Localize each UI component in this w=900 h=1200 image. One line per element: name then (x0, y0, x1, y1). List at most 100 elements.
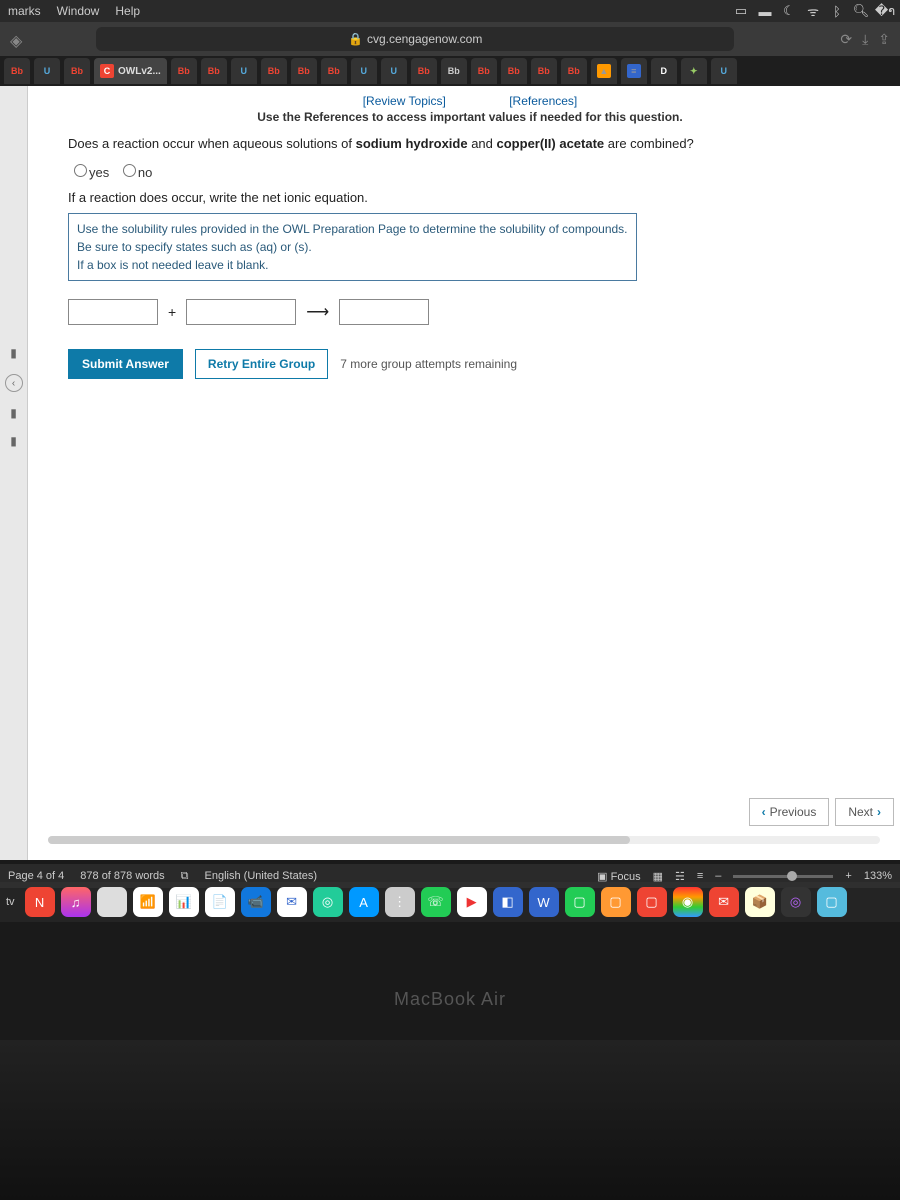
view-icon[interactable]: ▦ (653, 870, 663, 883)
browser-tab-active[interactable]: C OWLv2... (94, 58, 167, 84)
browser-tab[interactable]: Bb (171, 58, 197, 84)
view-icon[interactable]: ≡ (697, 870, 703, 882)
reactant-2-input[interactable] (186, 299, 296, 325)
spellcheck-icon[interactable]: ⧉ (181, 870, 189, 883)
product-input[interactable] (339, 299, 429, 325)
mac-dock: tv N ♫ 📶 📊 📄 📹 ✉ ◎ A ⋮ ☏ ▶ ◧ W ▢ ▢ ▢ ◉ ✉… (0, 882, 900, 922)
dock-app-icon[interactable]: ◎ (313, 887, 343, 917)
dock-appstore-icon[interactable]: A (349, 887, 379, 917)
dock-app-icon[interactable]: 📶 (133, 887, 163, 917)
review-topics-link[interactable]: [Review Topics] (363, 94, 446, 108)
browser-tab[interactable]: Bb (261, 58, 287, 84)
references-link[interactable]: [References] (509, 94, 577, 108)
search-icon[interactable]: 🔍︎ (854, 4, 868, 18)
dock-app-icon[interactable]: ▢ (565, 887, 595, 917)
browser-tab[interactable]: D (651, 58, 677, 84)
battery-icon[interactable]: ▬ (758, 4, 772, 18)
dock-app-icon[interactable]: N (25, 887, 55, 917)
question-text: Does a reaction occur when aqueous solut… (68, 134, 872, 154)
dock-podcast-icon[interactable]: ◎ (781, 887, 811, 917)
browser-tab[interactable]: Bb (291, 58, 317, 84)
dock-app-icon[interactable]: ◧ (493, 887, 523, 917)
plus-label: + (168, 304, 176, 320)
address-bar[interactable]: 🔒 cvg.cengagenow.com (96, 27, 734, 51)
tab-strip: Bb U Bb C OWLv2... Bb Bb U Bb Bb Bb U U … (0, 56, 900, 86)
macbook-label: MacBook Air (0, 989, 900, 1010)
moon-icon[interactable]: ☾ (782, 4, 796, 18)
browser-tab[interactable]: Bb (201, 58, 227, 84)
dock-chrome-icon[interactable]: ◉ (673, 887, 703, 917)
sub-question: If a reaction does occur, write the net … (68, 190, 872, 205)
browser-tab[interactable]: U (711, 58, 737, 84)
browser-tab[interactable]: Bb (441, 58, 467, 84)
dock-whatsapp-icon[interactable]: ☏ (421, 887, 451, 917)
screen-mirror-icon[interactable]: ▭ (734, 4, 748, 18)
page-indicator[interactable]: Page 4 of 4 (8, 870, 64, 882)
browser-tab[interactable]: Bb (411, 58, 437, 84)
submit-answer-button[interactable]: Submit Answer (68, 349, 183, 379)
next-button[interactable]: Next› (835, 798, 894, 826)
dock-facetime-icon[interactable]: 📹 (241, 887, 271, 917)
retry-group-button[interactable]: Retry Entire Group (195, 349, 328, 379)
browser-tab[interactable]: ≡ (621, 58, 647, 84)
privacy-shield-icon[interactable]: ◈ (10, 31, 26, 47)
url-text: cvg.cengagenow.com (367, 32, 482, 46)
menu-item[interactable]: marks (8, 4, 41, 18)
dock-app-icon[interactable]: ▢ (601, 887, 631, 917)
browser-tab[interactable]: U (34, 58, 60, 84)
browser-tab[interactable]: Bb (561, 58, 587, 84)
browser-tab[interactable]: Bb (64, 58, 90, 84)
marker-icon: ▮ (10, 406, 17, 420)
wifi-icon[interactable]: ᯤ (806, 4, 820, 18)
dock-mail-icon[interactable]: ✉ (277, 887, 307, 917)
browser-tab[interactable]: ✦ (681, 58, 707, 84)
view-icon[interactable]: ☵ (675, 870, 685, 883)
favicon-icon: C (100, 64, 114, 78)
zoom-minus[interactable]: – (715, 870, 721, 882)
dock-app-icon[interactable]: ⋮ (385, 887, 415, 917)
dock-app-icon[interactable]: ▶ (457, 887, 487, 917)
downloads-icon[interactable]: ⤓ (862, 31, 868, 48)
browser-tab[interactable]: Bb (471, 58, 497, 84)
browser-tab[interactable]: Bb (501, 58, 527, 84)
keyboard-area (0, 1040, 900, 1200)
browser-tab[interactable]: Bb (4, 58, 30, 84)
collapse-icon[interactable]: ‹ (5, 374, 23, 392)
control-center-icon[interactable]: �າ (878, 4, 892, 18)
arrow-icon: ⟶ (306, 302, 329, 322)
browser-tab[interactable]: ▲ (591, 58, 617, 84)
bluetooth-icon[interactable]: ᛒ (830, 4, 844, 18)
language-indicator[interactable]: English (United States) (205, 870, 318, 882)
focus-mode-button[interactable]: ▣ Focus (597, 870, 640, 883)
dock-app-icon[interactable]: ▢ (637, 887, 667, 917)
browser-tab[interactable]: Bb (321, 58, 347, 84)
refresh-icon[interactable]: ⟳ (840, 31, 852, 48)
radio-yes[interactable]: yes (74, 165, 109, 180)
horizontal-scrollbar[interactable] (48, 836, 880, 848)
dock-word-icon[interactable]: W (529, 887, 559, 917)
marker-icon: ▮ (10, 434, 17, 448)
browser-tab[interactable]: U (231, 58, 257, 84)
menu-item[interactable]: Window (57, 4, 100, 18)
zoom-slider[interactable] (733, 875, 833, 878)
radio-no[interactable]: no (123, 165, 152, 180)
zoom-plus[interactable]: + (845, 870, 851, 882)
previous-button[interactable]: ‹Previous (749, 798, 830, 826)
browser-tab[interactable]: Bb (531, 58, 557, 84)
mac-menubar: marks Window Help ▭ ▬ ☾ ᯤ ᛒ 🔍︎ �າ (0, 0, 900, 22)
browser-tab[interactable]: U (351, 58, 377, 84)
dock-app-icon[interactable]: 📦 (745, 887, 775, 917)
reactant-1-input[interactable] (68, 299, 158, 325)
browser-tab[interactable]: U (381, 58, 407, 84)
dock-gmail-icon[interactable]: ✉ (709, 887, 739, 917)
dock-app-icon[interactable]: ▢ (817, 887, 847, 917)
share-icon[interactable]: ⇪ (878, 31, 890, 48)
zoom-level[interactable]: 133% (864, 870, 892, 882)
menu-item[interactable]: Help (115, 4, 140, 18)
dock-app-icon[interactable]: 📊 (169, 887, 199, 917)
dock-app-icon[interactable]: 📄 (205, 887, 235, 917)
lock-icon: 🔒 (348, 32, 363, 46)
word-count[interactable]: 878 of 878 words (80, 870, 164, 882)
dock-app-icon[interactable] (97, 887, 127, 917)
dock-music-icon[interactable]: ♫ (61, 887, 91, 917)
